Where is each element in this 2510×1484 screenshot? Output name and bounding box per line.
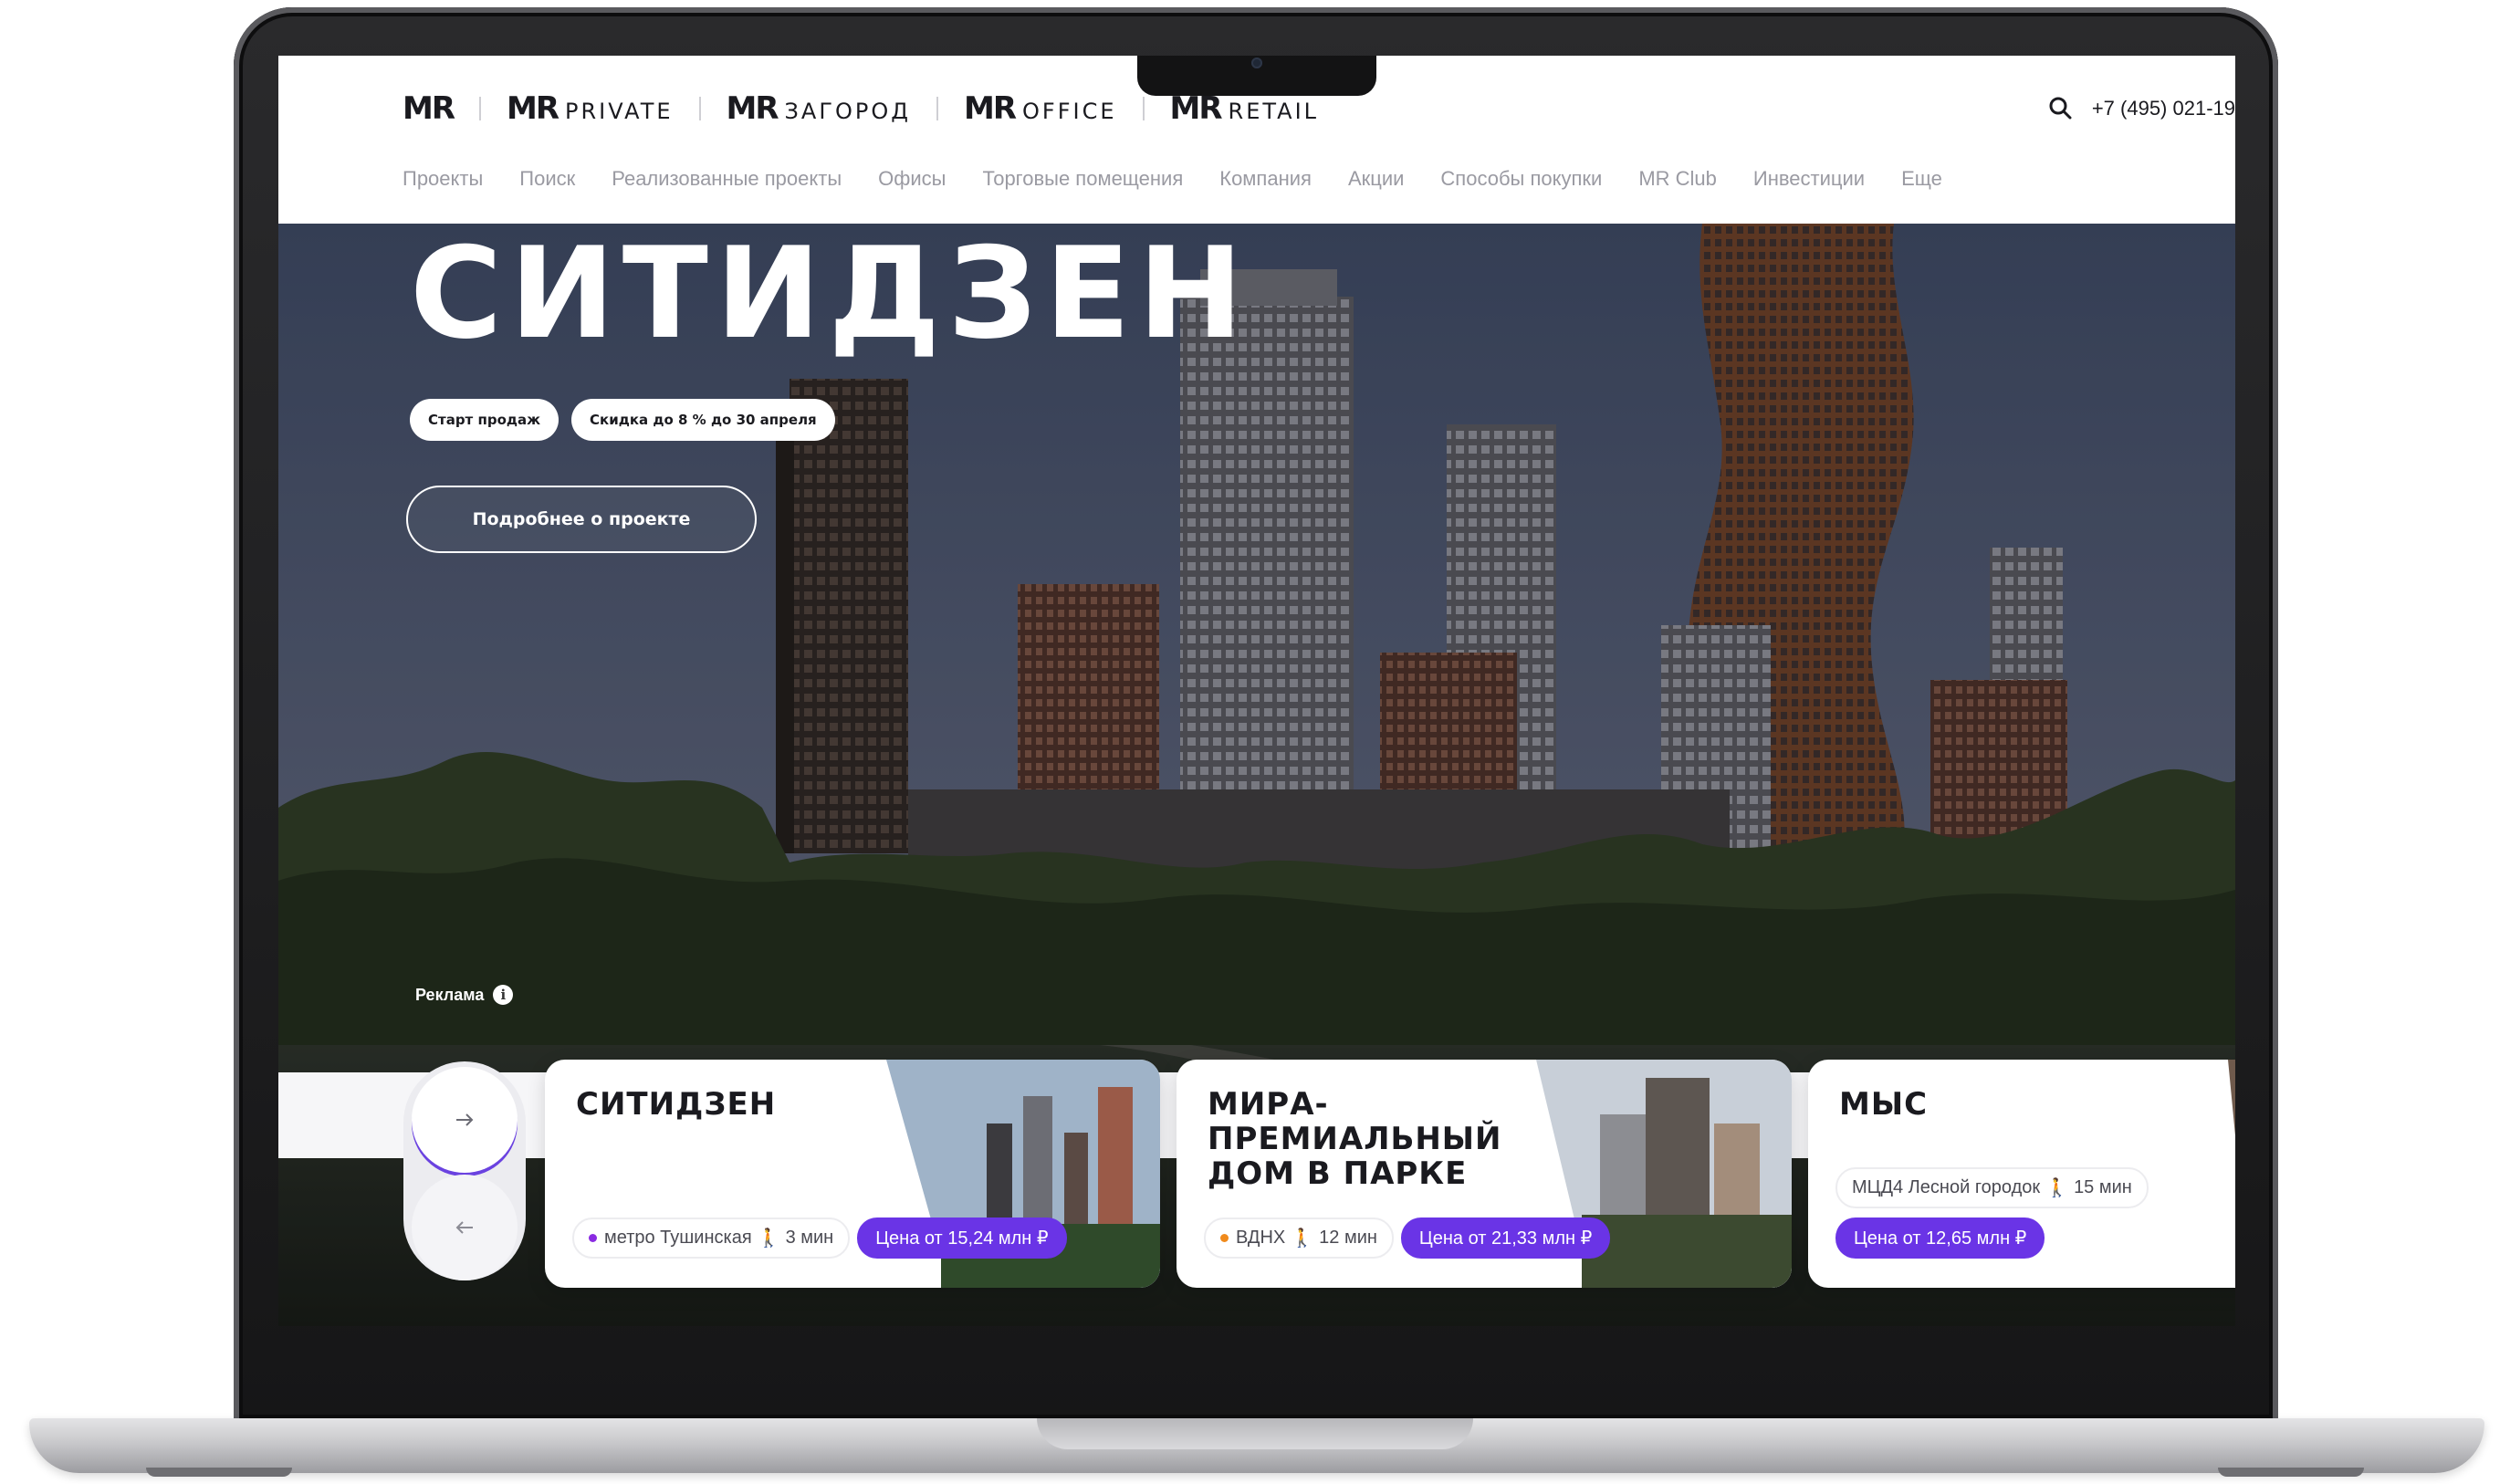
nav-item-investments[interactable]: Инвестиции bbox=[1753, 167, 1865, 191]
brand-mr-private[interactable]: MR Private bbox=[507, 90, 674, 127]
search-icon[interactable] bbox=[2045, 92, 2077, 125]
laptop-foot-right bbox=[2218, 1468, 2364, 1477]
brand-mark: MR bbox=[1169, 90, 1223, 127]
badge-sales-start: Старт продаж bbox=[410, 399, 560, 441]
brand-mark: MR bbox=[403, 90, 455, 127]
nav-item-promos[interactable]: Акции bbox=[1348, 167, 1404, 191]
brand-suffix: Office bbox=[1022, 99, 1117, 124]
nav-item-offices[interactable]: Офисы bbox=[878, 167, 946, 191]
project-name: МИРА-премиальный дом в парке bbox=[1208, 1086, 1502, 1192]
metro-station: ВДНХ bbox=[1236, 1228, 1286, 1248]
nav-item-company[interactable]: Компания bbox=[1219, 167, 1312, 191]
price-badge: Цена от 12,65 млн ₽ bbox=[1835, 1218, 2045, 1259]
metro-station: МЦД4 Лесной городок bbox=[1852, 1177, 2041, 1197]
nav-item-more[interactable]: Еще bbox=[1901, 167, 1942, 191]
walk-time: 15 мин bbox=[2074, 1177, 2132, 1197]
header-contacts: +7 (495) 021-19 bbox=[2045, 92, 2235, 125]
divider bbox=[479, 97, 482, 120]
metro-badge: метро Тушинская 🚶 3 мин bbox=[572, 1218, 851, 1259]
slider-prev-button[interactable] bbox=[412, 1175, 518, 1280]
project-card-image bbox=[2228, 1060, 2235, 1136]
ad-label: Реклама i bbox=[415, 985, 514, 1005]
nav-item-mr-club[interactable]: MR Club bbox=[1638, 167, 1717, 191]
metro-line-icon bbox=[589, 1234, 597, 1242]
metro-line-icon bbox=[1220, 1234, 1229, 1242]
laptop-foot-left bbox=[146, 1468, 292, 1477]
price-badge: Цена от 15,24 млн ₽ bbox=[857, 1218, 1067, 1259]
brand-mr-office[interactable]: MR Office bbox=[964, 90, 1117, 127]
nav-item-purchase[interactable]: Способы покупки bbox=[1440, 167, 1602, 191]
nav-item-search[interactable]: Поиск bbox=[519, 167, 575, 191]
walk-time: 3 мин bbox=[785, 1228, 834, 1248]
metro-station: метро Тушинская bbox=[604, 1228, 752, 1248]
walk-icon: 🚶 bbox=[757, 1228, 780, 1249]
metro-badge: ВДНХ 🚶 12 мин bbox=[1204, 1218, 1394, 1259]
brand-suffix: Private bbox=[565, 99, 674, 124]
brand-mark: MR bbox=[964, 90, 1017, 127]
brand-mark: MR bbox=[507, 90, 560, 127]
project-details-button[interactable]: Подробнее о проекте bbox=[406, 486, 757, 553]
project-info: метро Тушинская 🚶 3 мин Цена от 15,24 мл… bbox=[572, 1218, 1067, 1259]
main-nav: Проекты Поиск Реализованные проекты Офис… bbox=[403, 167, 1979, 191]
hero-title: СИТИДЗЕН bbox=[410, 224, 1251, 367]
divider bbox=[936, 97, 938, 120]
project-card-citizen[interactable]: СИТИДЗЕН метро Тушинская 🚶 3 мин Цена от… bbox=[545, 1060, 1160, 1288]
laptop-screen: MR MR Private MR Загород MR Office MR Re… bbox=[278, 56, 2235, 1326]
project-name: СИТИДЗЕН bbox=[576, 1086, 777, 1123]
project-name: МЫС bbox=[1839, 1086, 1929, 1123]
project-info: ВДНХ 🚶 12 мин Цена от 21,33 млн ₽ bbox=[1204, 1218, 1611, 1259]
price-badge: Цена от 21,33 млн ₽ bbox=[1400, 1218, 1611, 1259]
hero-badges: Старт продаж Скидка до 8 % до 30 апреля bbox=[410, 399, 848, 441]
arrow-right-icon bbox=[456, 1113, 474, 1126]
badge-discount: Скидка до 8 % до 30 апреля bbox=[571, 399, 835, 441]
brand-suffix: Retail bbox=[1228, 99, 1320, 124]
camera-icon bbox=[1251, 57, 1262, 68]
brand-suffix: Загород bbox=[784, 99, 911, 124]
divider bbox=[698, 97, 701, 120]
walk-icon: 🚶 bbox=[1291, 1228, 1314, 1249]
walk-icon: 🚶 bbox=[2045, 1178, 2069, 1198]
info-icon[interactable]: i bbox=[493, 985, 514, 1005]
brand-mark: MR bbox=[726, 90, 779, 127]
ad-label-text: Реклама bbox=[415, 985, 485, 1004]
nav-item-retail[interactable]: Торговые помещения bbox=[982, 167, 1183, 191]
brand-mr-zagorod[interactable]: MR Загород bbox=[727, 90, 911, 127]
laptop-base-notch bbox=[1037, 1418, 1473, 1449]
arrow-left-icon bbox=[455, 1221, 473, 1234]
divider bbox=[1142, 97, 1145, 120]
nav-item-projects[interactable]: Проекты bbox=[403, 167, 483, 191]
brand-mr[interactable]: MR bbox=[403, 90, 455, 127]
phone-link[interactable]: +7 (495) 021-19 bbox=[2092, 97, 2235, 120]
project-card-mys[interactable]: МЫС МЦД4 Лесной городок 🚶 15 мин Цена от… bbox=[1808, 1060, 2235, 1288]
project-card-mira[interactable]: МИРА-премиальный дом в парке ВДНХ 🚶 12 м… bbox=[1177, 1060, 1792, 1288]
brand-mr-retail[interactable]: MR Retail bbox=[1170, 90, 1320, 127]
nav-item-completed[interactable]: Реализованные проекты bbox=[612, 167, 842, 191]
project-info: МЦД4 Лесной городок 🚶 15 мин Цена от 12,… bbox=[1835, 1167, 2149, 1259]
slider-next-button[interactable] bbox=[412, 1067, 518, 1173]
walk-time: 12 мин bbox=[1319, 1228, 1377, 1248]
metro-badge: МЦД4 Лесной городок 🚶 15 мин bbox=[1835, 1167, 2149, 1208]
